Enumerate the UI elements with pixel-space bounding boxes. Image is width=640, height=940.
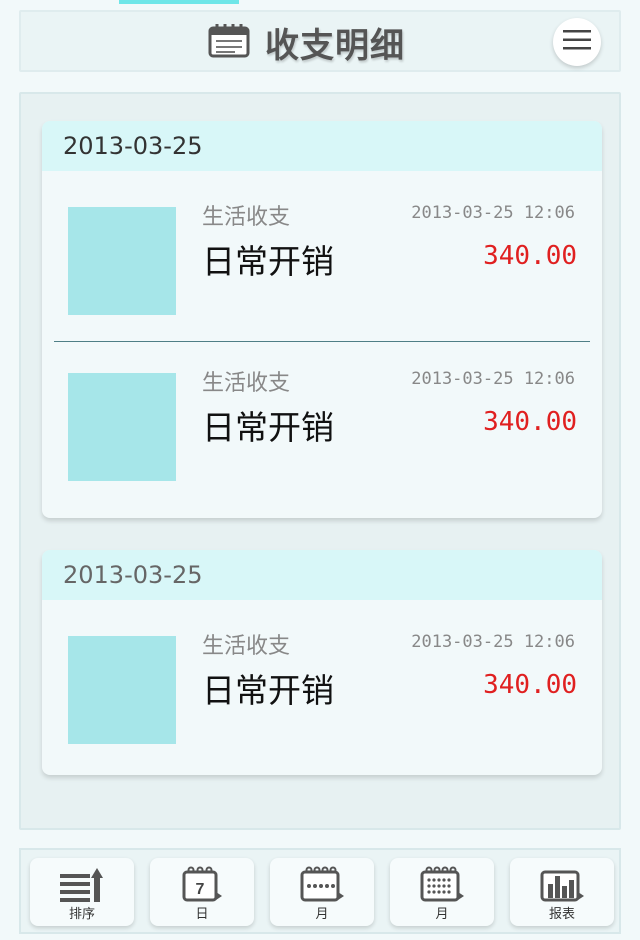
week-label: 月 [315, 907, 329, 922]
sort-button[interactable]: 排序 [30, 858, 134, 926]
header-title-group: 收支明细 [207, 22, 405, 66]
entry-name: 日常开销 [202, 671, 334, 710]
day-calendar-icon: 7 [178, 858, 226, 906]
entry-thumbnail [68, 636, 176, 744]
page-title: 收支明细 [265, 25, 405, 66]
app-header: 收支明细 [19, 10, 621, 72]
entry-amount: 340.00 [483, 670, 577, 700]
day-view-button[interactable]: 7 日 [150, 858, 254, 926]
records-panel: 2013-03-25 生活收支 2013-03-25 12:06 日常开销 34… [19, 92, 621, 830]
entry-thumbnail [68, 373, 176, 481]
list-item[interactable]: 生活收支 2013-03-25 12:06 日常开销 340.00 [42, 171, 602, 341]
entry-time: 2013-03-25 12:06 [411, 203, 575, 223]
top-accent-bar [119, 0, 239, 4]
day-number: 7 [196, 881, 205, 898]
sort-label: 排序 [68, 907, 95, 922]
notepad-icon [207, 22, 251, 62]
day-label: 日 [195, 907, 209, 922]
date-group-card: 2013-03-25 生活收支 2013-03-25 12:06 日常开销 34… [42, 550, 602, 775]
entry-name: 日常开销 [202, 242, 334, 281]
bar-chart-icon [538, 858, 586, 906]
week-view-button[interactable]: 月 [270, 858, 374, 926]
group-date: 2013-03-25 [42, 121, 602, 171]
menu-button[interactable] [553, 18, 601, 66]
date-group-card: 2013-03-25 生活收支 2013-03-25 12:06 日常开销 34… [42, 121, 602, 518]
bottom-toolbar: 排序 7 日 月 月 报表 [19, 848, 621, 934]
list-item[interactable]: 生活收支 2013-03-25 12:06 日常开销 340.00 [42, 600, 602, 775]
group-date: 2013-03-25 [42, 550, 602, 600]
month-label: 月 [435, 907, 449, 922]
hamburger-menu-icon [563, 29, 591, 55]
entry-time: 2013-03-25 12:06 [411, 632, 575, 652]
report-button[interactable]: 报表 [510, 858, 614, 926]
list-item[interactable]: 生活收支 2013-03-25 12:06 日常开销 340.00 [42, 342, 602, 518]
entry-amount: 340.00 [483, 241, 577, 271]
month-view-button[interactable]: 月 [390, 858, 494, 926]
report-label: 报表 [548, 907, 575, 922]
entry-thumbnail [68, 207, 176, 315]
entry-amount: 340.00 [483, 407, 577, 437]
month-calendar-icon [418, 858, 466, 906]
entry-time: 2013-03-25 12:06 [411, 369, 575, 389]
entry-category: 生活收支 [202, 371, 291, 396]
sort-icon [58, 858, 106, 906]
entry-category: 生活收支 [202, 205, 291, 230]
week-calendar-icon [298, 858, 346, 906]
entry-name: 日常开销 [202, 408, 334, 447]
entry-category: 生活收支 [202, 634, 291, 659]
